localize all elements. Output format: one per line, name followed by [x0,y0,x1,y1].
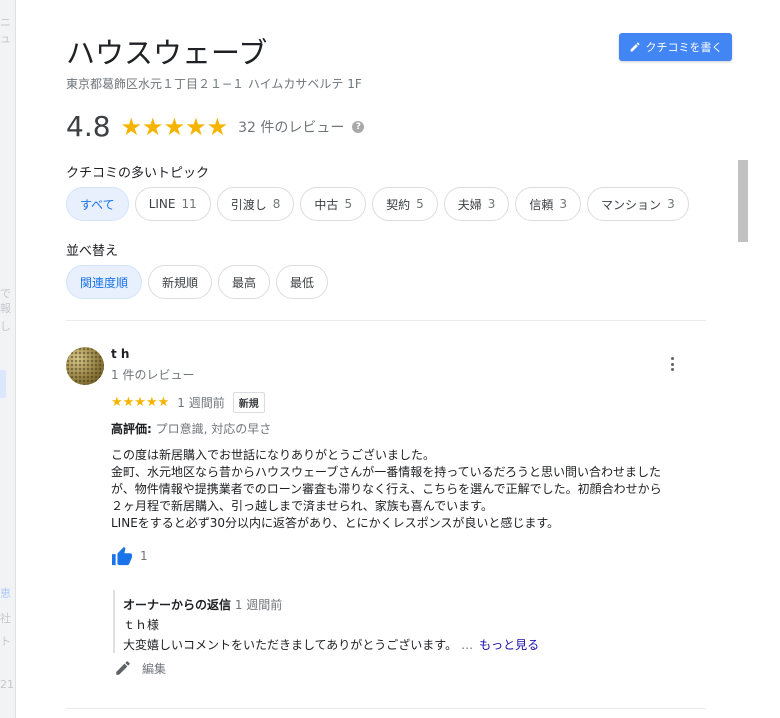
owner-reply-time: 1 週間前 [234,598,283,612]
chip-label: 最低 [290,275,315,290]
topic-chip-trust[interactable]: 信頼 3 [515,187,582,221]
chip-label: LINE [148,197,176,211]
chip-count: 3 [667,197,675,211]
review-line: ２ヶ月程で新居購入、引っ越しまで済ませられ、家族も喜んでいます。 [111,499,493,513]
pencil-icon [630,42,640,52]
like-count: 1 [140,549,148,563]
thumbs-up-icon[interactable] [111,546,133,566]
review-body: この度は新居購入でお世話になりありがとうございました。 金町、水元地区なら昔から… [111,447,711,532]
more-options-icon[interactable] [666,355,678,373]
edit-label: 編集 [142,661,167,676]
chip-label: 夫婦 [457,197,482,212]
reviewer-name[interactable]: t h [111,347,129,361]
chip-count: 8 [272,197,281,211]
scrollbar-thumb[interactable] [738,160,748,242]
review-stars: ★★★★★ [111,395,170,410]
owner-reply-body: 大変嬉しいコメントをいただきましてありがとうございます。 [123,638,458,652]
chip-label: 信頼 [529,197,554,212]
place-address: 東京都葛飾区水元１丁目２１−１ ハイムカサベルテ 1F [66,77,362,91]
review-line: 金町、水元地区なら昔からハウスウェーブさんが一番情報を持っているだろうと思い問い… [111,465,661,479]
background-map-strip: ニュ で 報 し 恵 社 ト 21 [0,0,16,718]
chip-label: すべて [80,197,115,212]
like-row: 1 [111,546,148,566]
reviews-panel: ハウスウェーブ 東京都葛飾区水元１丁目２１−１ ハイムカサベルテ 1F クチコミ… [16,0,780,718]
highlights-value: プロ意識, 対応の早さ [155,422,272,436]
chip-count: 5 [344,197,353,211]
show-more-link[interactable]: もっと見る [479,638,539,652]
sort-chips: 関連度順 新規順 最高 最低 [66,265,329,299]
chip-count: 3 [559,197,568,211]
review-line: この度は新居購入でお世話になりありがとうございました。 [111,448,436,462]
avatar[interactable] [66,347,104,385]
chip-count: 11 [181,197,197,211]
review-line: が、物件情報や提携業者でのローン審査も滞りなく行え、こちらを選んで正解でした。初… [111,482,662,496]
chip-label: 契約 [386,197,411,212]
review-highlights: 高評価: プロ意識, 対応の早さ [111,420,271,437]
rating-value: 4.8 [66,110,111,143]
topic-chip-mansion[interactable]: マンション 3 [587,187,689,221]
review-time: 1 週間前 [177,396,225,410]
chip-count: 3 [487,197,496,211]
topic-chips: すべて LINE 11 引渡し 8 中古 5 契約 5 夫婦 3 信頼 3 マンション 3 [66,187,689,221]
owner-reply: オーナーからの返信 1 週間前 ｔｈ様 大変嬉しいコメントをいただきましてありが… [113,590,703,653]
edit-button[interactable]: 編集 [114,659,166,677]
topic-chip-all[interactable]: すべて [66,187,129,221]
write-review-button[interactable]: クチコミを書く [619,33,732,61]
topic-chip-line[interactable]: LINE 11 [134,187,211,221]
owner-reply-salutation: ｔｈ様 [123,618,160,632]
chip-label: 引渡し [230,197,267,212]
chip-label: 中古 [314,197,339,212]
reviewer-meta[interactable]: 1 件のレビュー [111,366,194,383]
topic-chip-couple[interactable]: 夫婦 3 [443,187,510,221]
chip-label: マンション [601,197,662,212]
divider [66,708,706,709]
rating-summary: 4.8 ★★★★★ 32 件のレビュー ? [66,110,365,143]
review-rating-row: ★★★★★ 1 週間前 新規 [111,392,265,413]
chip-label: 最高 [232,275,257,290]
sort-chip-relevance[interactable]: 関連度順 [66,265,143,299]
topics-label: クチコミの多いトピック [66,166,210,181]
help-icon[interactable]: ? [352,120,365,133]
new-badge: 新規 [232,392,265,413]
review-count[interactable]: 32 件のレビュー [238,117,344,137]
owner-reply-text: 大変嬉しいコメントをいただきましてありがとうございます。… もっと見る [123,636,703,653]
divider [66,320,706,321]
chip-label: 関連度順 [80,275,129,290]
review-line: LINEをすると必ず30分以内に返答があり、とにかくレスポンスが良いと感じます。 [111,516,560,530]
chip-count: 5 [416,197,424,211]
topic-chip-handover[interactable]: 引渡し 8 [216,187,295,221]
topic-chip-used[interactable]: 中古 5 [300,187,367,221]
owner-reply-header: オーナーからの返信 1 週間前 [123,596,703,613]
owner-reply-label: オーナーからの返信 [123,598,232,612]
topic-chip-contract[interactable]: 契約 5 [372,187,438,221]
chip-label: 新規順 [162,275,199,290]
owner-reply-ellipsis: … [461,638,474,652]
sort-chip-highest[interactable]: 最高 [218,265,271,299]
edit-pencil-icon [116,661,130,675]
sort-chip-newest[interactable]: 新規順 [148,265,213,299]
rating-stars: ★★★★★ [120,112,229,141]
highlights-label: 高評価: [111,422,152,436]
place-title: ハウスウェーブ [66,36,268,70]
sort-label: 並べ替え [66,244,119,259]
write-review-label: クチコミを書く [645,41,723,54]
sort-chip-lowest[interactable]: 最低 [276,265,329,299]
